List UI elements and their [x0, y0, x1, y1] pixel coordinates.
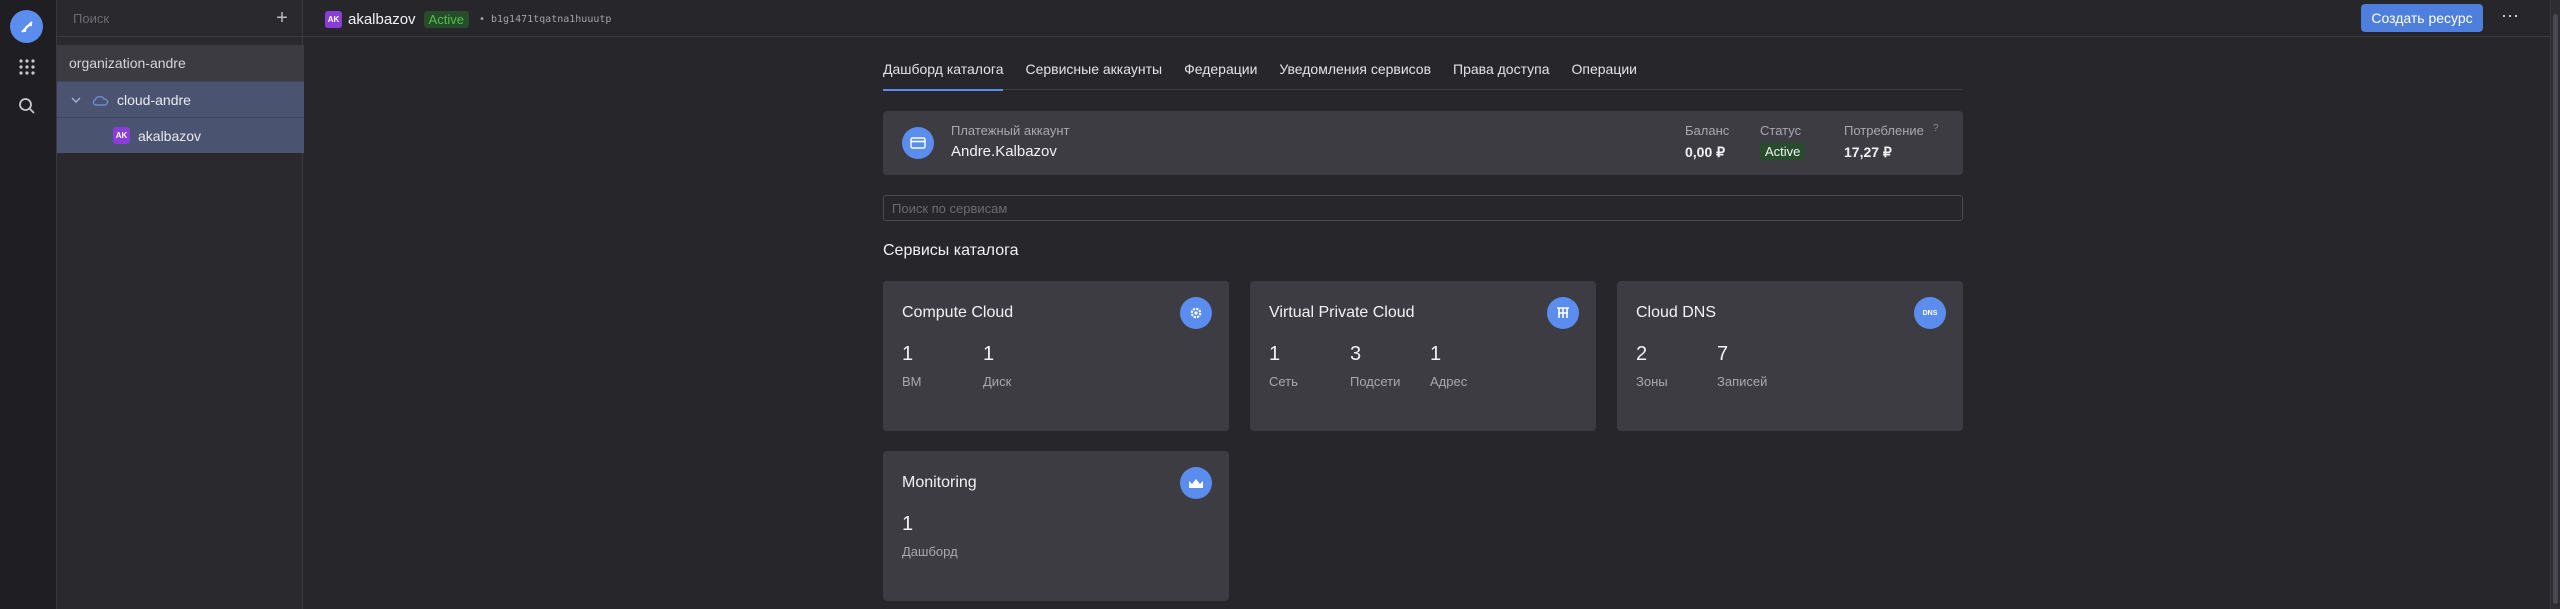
- tree-item-label: cloud-andre: [117, 91, 191, 108]
- metric: 7 Записей: [1717, 343, 1767, 389]
- status: Статус Active: [1760, 123, 1806, 161]
- metric: 1 ВМ: [902, 343, 922, 389]
- metric-label: Зоны: [1636, 374, 1668, 389]
- metric-value: 1: [902, 343, 914, 365]
- metric-value: 7: [1717, 343, 1729, 365]
- metric-label: Диск: [983, 374, 1012, 389]
- tree-item-folder[interactable]: AK akalbazov: [57, 117, 304, 153]
- apps-grid-icon[interactable]: [16, 56, 38, 78]
- tab-operations[interactable]: Операции: [1572, 56, 1638, 90]
- status-label: Статус: [1760, 123, 1802, 138]
- metric: 1 Сеть: [1269, 343, 1298, 389]
- usage-label: Потребление: [1844, 123, 1924, 138]
- left-rail: [0, 0, 56, 609]
- metric-label: Сеть: [1269, 374, 1298, 389]
- metric: 2 Зоны: [1636, 343, 1668, 389]
- tree-item-organization[interactable]: organization-andre: [57, 45, 304, 81]
- service-card-vpc[interactable]: Virtual Private Cloud 1 Сеть 3 Подсети 1…: [1250, 281, 1596, 431]
- metric-value: 3: [1350, 343, 1362, 365]
- logo-icon[interactable]: [10, 10, 43, 43]
- more-icon[interactable]: ⋯: [2497, 6, 2523, 30]
- sidebar: Поиск + organization-andre cloud-andre A…: [56, 0, 304, 609]
- sidebar-search[interactable]: Поиск +: [57, 0, 304, 37]
- billing-account-panel[interactable]: Платежный аккаунт Andre.Kalbazov Баланс …: [883, 111, 1963, 175]
- metric-value: 1: [1430, 343, 1442, 365]
- metric-value: 1: [983, 343, 995, 365]
- resource-tree: organization-andre cloud-andre AK akalba…: [57, 45, 304, 153]
- tree-item-label: akalbazov: [138, 127, 202, 144]
- folder-id: • b1g1471tqatna1huuutp: [478, 13, 612, 25]
- tree-item-cloud[interactable]: cloud-andre: [57, 81, 304, 117]
- add-icon[interactable]: +: [272, 8, 292, 28]
- card-title: Monitoring: [902, 474, 977, 491]
- metric-label: Записей: [1717, 374, 1768, 389]
- metric: 3 Подсети: [1350, 343, 1400, 389]
- service-card-monitoring[interactable]: Monitoring 1 Дашборд: [883, 451, 1229, 601]
- sidebar-search-input[interactable]: Поиск: [73, 11, 109, 26]
- metric-label: Подсети: [1350, 374, 1401, 389]
- tree-item-label: organization-andre: [69, 55, 186, 71]
- cloud-icon: [92, 95, 109, 106]
- create-resource-button[interactable]: Создать ресурс: [2361, 4, 2483, 32]
- metric: 1 Адрес: [1430, 343, 1467, 389]
- folder-avatar: AK: [113, 127, 130, 144]
- credit-card-icon: [902, 127, 934, 159]
- folder-name[interactable]: akalbazov: [348, 11, 416, 28]
- section-title: Сервисы каталога: [883, 242, 1019, 259]
- usage-value: 17,27 ₽: [1844, 144, 1892, 160]
- network-icon: [1547, 297, 1579, 329]
- card-title: Cloud DNS: [1636, 304, 1717, 321]
- status-badge: Active: [423, 10, 469, 28]
- info-icon[interactable]: ?: [1933, 123, 1939, 134]
- scrollbar[interactable]: [2550, 0, 2560, 609]
- service-card-cloud-dns[interactable]: Cloud DNS DNS 2 Зоны 7 Записей: [1617, 281, 1963, 431]
- balance-value: 0,00 ₽: [1685, 144, 1726, 160]
- tab-federations[interactable]: Федерации: [1184, 56, 1257, 90]
- chevron-down-icon[interactable]: [69, 93, 83, 107]
- metric: 1 Дашборд: [902, 513, 958, 559]
- service-card-compute-cloud[interactable]: Compute Cloud 1 ВМ 1 Диск: [883, 281, 1229, 431]
- avatar: AK: [325, 10, 342, 28]
- metric-value: 1: [1269, 343, 1281, 365]
- metric-label: ВМ: [902, 374, 922, 389]
- balance: Баланс 0,00 ₽: [1685, 123, 1729, 161]
- service-search-input[interactable]: Поиск по сервисам: [883, 195, 1963, 221]
- search-icon[interactable]: [16, 95, 38, 117]
- dns-icon: DNS: [1914, 297, 1946, 329]
- metric-label: Дашборд: [902, 544, 958, 559]
- dns-icon-text: DNS: [1922, 309, 1938, 317]
- metric-value: 1: [902, 513, 914, 535]
- tabs: Дашборд каталога Сервисные аккаунты Феде…: [883, 56, 1963, 91]
- metric: 1 Диск: [983, 343, 1011, 389]
- tab-service-notifications[interactable]: Уведомления сервисов: [1279, 56, 1431, 90]
- tab-service-accounts[interactable]: Сервисные аккаунты: [1025, 56, 1162, 90]
- billing-label: Платежный аккаунт: [951, 123, 1070, 138]
- metric-value: 2: [1636, 343, 1648, 365]
- billing-account-name[interactable]: Andre.Kalbazov: [951, 143, 1057, 160]
- chart-icon: [1180, 467, 1212, 499]
- app: Поиск + organization-andre cloud-andre A…: [0, 0, 2560, 609]
- tab-access-rights[interactable]: Права доступа: [1453, 56, 1549, 90]
- scrollbar-thumb[interactable]: [2553, 14, 2558, 604]
- card-title: Compute Cloud: [902, 304, 1014, 321]
- balance-label: Баланс: [1685, 123, 1730, 138]
- usage: Потребление 17,27 ₽: [1844, 123, 1924, 161]
- gear-icon: [1180, 297, 1212, 329]
- metric-label: Адрес: [1430, 374, 1468, 389]
- top-bar: AK akalbazov Active • b1g1471tqatna1huuu…: [303, 0, 2560, 37]
- breadcrumb: AK akalbazov Active • b1g1471tqatna1huuu…: [325, 8, 611, 30]
- tab-dashboard[interactable]: Дашборд каталога: [883, 56, 1004, 91]
- card-title: Virtual Private Cloud: [1269, 304, 1415, 321]
- status-badge: Active: [1760, 143, 1806, 160]
